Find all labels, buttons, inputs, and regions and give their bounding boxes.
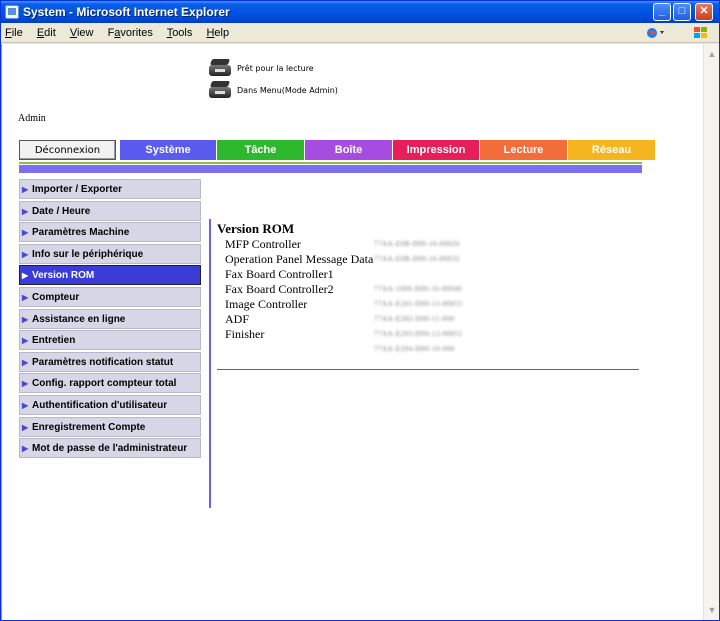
page-content: Prêt pour la lecture Dans Menu(Mode Admi… bbox=[1, 44, 703, 620]
sidebar-item-info-peripherique[interactable]: ▶ Info sur le périphérique bbox=[19, 243, 201, 264]
scroll-up-icon[interactable]: ▲ bbox=[704, 46, 720, 62]
sidebar-item-enregistrement-compte[interactable]: ▶ Enregistrement Compte bbox=[19, 416, 201, 437]
status-row-mode: Dans Menu(Mode Admin) bbox=[207, 80, 338, 100]
windows-logo-icon bbox=[694, 27, 707, 38]
ie-window-icon[interactable] bbox=[5, 5, 19, 19]
rom-value: 77AA-E202-D00-11-000 bbox=[374, 315, 455, 323]
sidebar-item-parametres-notification[interactable]: ▶ Paramètres notification statut bbox=[19, 351, 201, 372]
tab-lecture[interactable]: Lecture bbox=[480, 140, 568, 160]
rom-row: Fax Board Controller1 bbox=[217, 267, 639, 282]
tab-boite[interactable]: Boîte bbox=[305, 140, 393, 160]
menu-help[interactable]: Help bbox=[206, 27, 229, 39]
tab-impression[interactable]: Impression bbox=[393, 140, 480, 160]
arrow-right-icon: ▶ bbox=[22, 249, 29, 259]
status-row-ready: Prêt pour la lecture bbox=[207, 58, 338, 78]
menu-tools[interactable]: Tools bbox=[167, 27, 193, 39]
arrow-right-icon: ▶ bbox=[22, 271, 29, 281]
rom-name: Image Controller bbox=[225, 297, 308, 311]
rom-row: Finisher 77AA-E203-D00-13-00051 bbox=[217, 327, 639, 342]
ie-toolbar-icon[interactable] bbox=[646, 26, 666, 40]
arrow-right-icon: ▶ bbox=[22, 400, 29, 410]
vertical-scrollbar[interactable]: ▲ ▼ bbox=[703, 44, 719, 620]
arrow-right-icon: ▶ bbox=[22, 379, 29, 389]
rom-row: Operation Panel Message Data 77AA-E0B-D00… bbox=[217, 252, 639, 267]
rom-row: Fax Board Controller2 77AA-1000-D00-16-00… bbox=[217, 282, 639, 297]
section-header-bar bbox=[19, 165, 642, 173]
arrow-right-icon: ▶ bbox=[22, 228, 29, 238]
arrow-right-icon: ▶ bbox=[22, 314, 29, 324]
rom-name: Finisher bbox=[225, 327, 265, 341]
arrow-right-icon: ▶ bbox=[22, 336, 29, 346]
menu-favorites[interactable]: Favorites bbox=[108, 27, 153, 39]
menu-file[interactable]: File bbox=[5, 27, 23, 39]
menu-edit[interactable]: Edit bbox=[37, 27, 56, 39]
scroll-down-icon[interactable]: ▼ bbox=[704, 602, 720, 618]
rom-row: ADF 77AA-E202-D00-11-000 bbox=[217, 312, 639, 327]
rom-value: 77AA-E0B-D00-16-00026 bbox=[374, 240, 460, 248]
sidebar-item-mot-de-passe-admin[interactable]: ▶ Mot de passe de l'administrateur bbox=[19, 438, 201, 459]
rom-title: Version ROM bbox=[217, 221, 295, 236]
status-mode-text: Dans Menu(Mode Admin) bbox=[237, 85, 338, 95]
sidebar-menu: ▶ Importer / Exporter ▶ Date / Heure ▶ Para… bbox=[19, 179, 201, 460]
rom-value: 77AA-E204-D00-10-000 bbox=[374, 345, 455, 353]
rom-row: MFP Controller 77AA-E0B-D00-16-00026 bbox=[217, 237, 639, 252]
menu-bar: File Edit View Favorites Tools Help bbox=[1, 23, 719, 43]
rom-version-panel: Version ROM MFP Controller 77AA-E0B-D00-1… bbox=[217, 221, 639, 357]
menu-view[interactable]: View bbox=[70, 27, 94, 39]
tab-reseau[interactable]: Réseau bbox=[568, 140, 656, 160]
arrow-right-icon: ▶ bbox=[22, 185, 29, 194]
printer-icon bbox=[207, 58, 233, 78]
status-ready-text: Prêt pour la lecture bbox=[237, 63, 314, 73]
rom-name: Operation Panel Message Data bbox=[225, 252, 374, 266]
arrow-right-icon: ▶ bbox=[22, 206, 29, 216]
sidebar-item-version-rom[interactable]: ▶ Version ROM bbox=[19, 265, 201, 286]
arrow-right-icon: ▶ bbox=[22, 357, 29, 367]
arrow-right-icon: ▶ bbox=[22, 292, 29, 302]
sidebar-item-entretien[interactable]: ▶ Entretien bbox=[19, 330, 201, 351]
sidebar-item-config-rapport[interactable]: ▶ Config. rapport compteur total bbox=[19, 373, 201, 394]
rom-panel-underline bbox=[217, 369, 639, 370]
main-tabs: Déconnexion Système Tâche Boîte Impressi… bbox=[19, 140, 656, 160]
title-bar[interactable]: System - Microsoft Internet Explorer _ □… bbox=[1, 1, 719, 23]
rom-value: 77AA-E203-D00-13-00051 bbox=[374, 330, 463, 338]
sidebar-item-parametres-machine[interactable]: ▶ Paramètres Machine bbox=[19, 222, 201, 243]
user-label: Admin bbox=[18, 113, 46, 124]
rom-value: 77AA-1000-D00-16-00040 bbox=[374, 285, 462, 293]
content-divider bbox=[209, 219, 211, 508]
rom-name: ADF bbox=[225, 312, 250, 326]
close-button[interactable]: ✕ bbox=[695, 3, 713, 21]
rom-value: 77AA-E0B-D00-16-00032 bbox=[374, 255, 460, 263]
minimize-button[interactable]: _ bbox=[653, 3, 671, 21]
rom-value: 77AA-E201-D00-13-00055 bbox=[374, 300, 463, 308]
rom-name: MFP Controller bbox=[225, 237, 301, 251]
rom-row: 77AA-E204-D00-10-000 bbox=[217, 342, 639, 357]
browser-window: System - Microsoft Internet Explorer _ □… bbox=[0, 0, 720, 621]
sidebar-item-assistance-en-ligne[interactable]: ▶ Assistance en ligne bbox=[19, 308, 201, 329]
logout-button[interactable]: Déconnexion bbox=[19, 140, 116, 160]
window-title: System - Microsoft Internet Explorer bbox=[23, 5, 230, 19]
printer-icon bbox=[207, 80, 233, 100]
rom-row: Image Controller 77AA-E201-D00-13-00055 bbox=[217, 297, 639, 312]
rom-name: Fax Board Controller1 bbox=[225, 267, 334, 281]
sidebar-item-authentification[interactable]: ▶ Authentification d'utilisateur bbox=[19, 394, 201, 415]
arrow-right-icon: ▶ bbox=[22, 422, 29, 432]
sidebar-item-compteur[interactable]: ▶ Compteur bbox=[19, 286, 201, 307]
arrow-right-icon: ▶ bbox=[22, 444, 29, 454]
sidebar-item-importer-exporter[interactable]: ▶ Importer / Exporter bbox=[19, 179, 201, 199]
machine-status: Prêt pour la lecture Dans Menu(Mode Admi… bbox=[207, 58, 338, 102]
tab-systeme[interactable]: Système bbox=[120, 140, 217, 160]
sidebar-item-date-heure[interactable]: ▶ Date / Heure bbox=[19, 200, 201, 221]
tab-tache[interactable]: Tâche bbox=[217, 140, 305, 160]
tab-underline bbox=[19, 162, 642, 164]
rom-name: Fax Board Controller2 bbox=[225, 282, 334, 296]
maximize-button[interactable]: □ bbox=[673, 3, 691, 21]
